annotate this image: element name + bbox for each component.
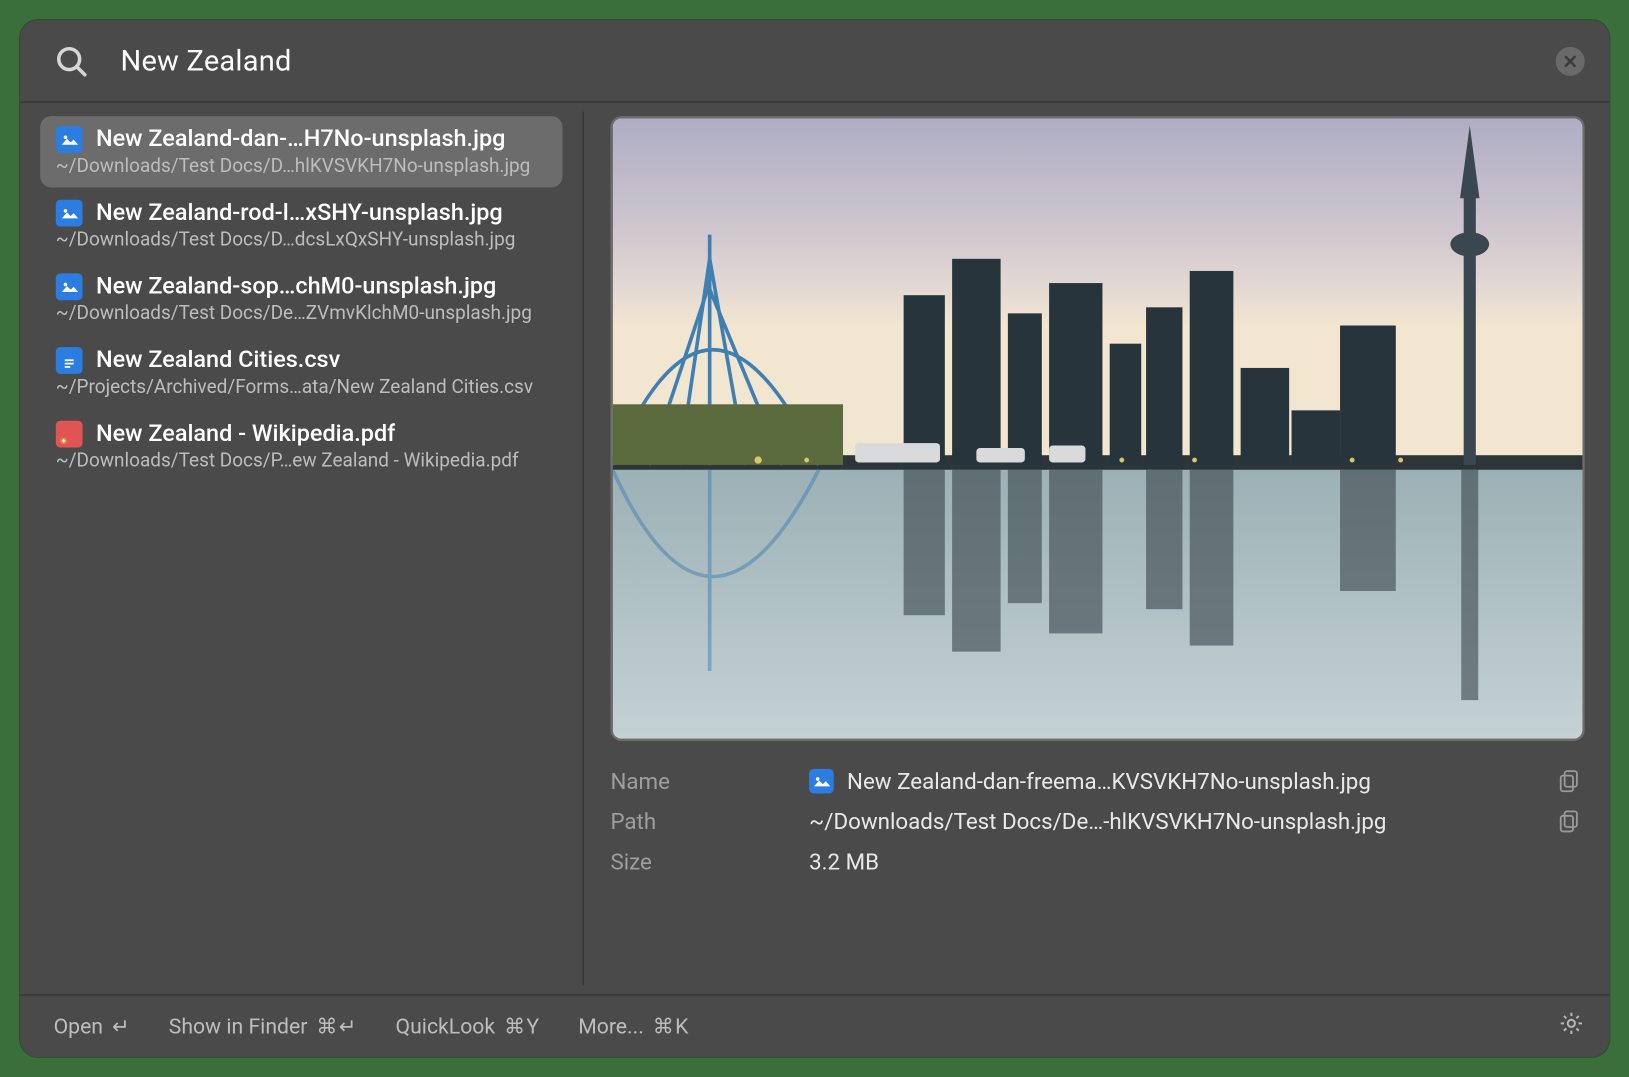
result-path: ~/Downloads/Test Docs/D…dcsLxQxSHY-unspl… [56,229,549,251]
more-action[interactable]: More... ⌘K [578,1013,689,1039]
results-list[interactable]: New Zealand-dan-…H7No-unsplash.jpg~/Down… [20,103,582,995]
result-path: ~/Downloads/Test Docs/D…hlKVSVKH7No-unsp… [56,155,549,177]
open-action[interactable]: Open ↵ [54,1013,131,1039]
result-item[interactable]: New Zealand-sop…chM0-unsplash.jpg~/Downl… [40,263,562,334]
detail-panel: Name New Zealand-dan-freema…KVSVKH7No-un… [584,103,1610,995]
shortcut-show-in-finder: ⌘↵ [316,1013,357,1039]
meta-value-size: 3.2 MB [809,848,1533,875]
image-file-icon [56,273,83,300]
result-title: New Zealand Cities.csv [96,347,340,374]
content-split: New Zealand-dan-…H7No-unsplash.jpg~/Down… [20,103,1609,995]
pdf-file-icon [56,421,83,448]
meta-label-path: Path [610,808,789,835]
document-file-icon [56,347,83,374]
search-icon [54,43,90,79]
result-title: New Zealand-sop…chM0-unsplash.jpg [96,273,496,300]
search-input[interactable] [121,44,1525,77]
result-title: New Zealand-rod-l…xSHY-unsplash.jpg [96,200,503,227]
show-in-finder-action[interactable]: Show in Finder ⌘↵ [169,1013,358,1039]
file-metadata: Name New Zealand-dan-freema…KVSVKH7No-un… [610,768,1584,875]
clear-search-button[interactable] [1556,46,1585,75]
footer-actions: Open ↵ Show in Finder ⌘↵ QuickLook ⌘Y Mo… [20,994,1609,1056]
copy-path-button[interactable] [1553,810,1584,832]
preview-image [610,116,1584,741]
result-title: New Zealand - Wikipedia.pdf [96,421,395,448]
result-path: ~/Projects/Archived/Forms…ata/New Zealan… [56,376,549,398]
result-path: ~/Downloads/Test Docs/P…ew Zealand - Wik… [56,450,549,472]
result-item[interactable]: New Zealand - Wikipedia.pdf~/Downloads/T… [40,411,562,482]
result-item[interactable]: New Zealand-rod-l…xSHY-unsplash.jpg~/Dow… [40,190,562,261]
result-title: New Zealand-dan-…H7No-unsplash.jpg [96,126,505,153]
result-item[interactable]: New Zealand-dan-…H7No-unsplash.jpg~/Down… [40,116,562,187]
shortcut-more: ⌘K [653,1013,690,1039]
meta-label-size: Size [610,848,789,875]
copy-name-button[interactable] [1553,770,1584,792]
settings-button[interactable] [1558,1010,1585,1042]
shortcut-quicklook: ⌘Y [504,1013,540,1039]
meta-value-name: New Zealand-dan-freema…KVSVKH7No-unsplas… [809,768,1533,795]
search-window: New Zealand-dan-…H7No-unsplash.jpg~/Down… [20,20,1609,1057]
result-item[interactable]: New Zealand Cities.csv~/Projects/Archive… [40,337,562,408]
meta-value-path: ~/Downloads/Test Docs/De…-hlKVSVKH7No-un… [809,808,1533,835]
result-path: ~/Downloads/Test Docs/De…ZVmvKlchM0-unsp… [56,302,549,324]
shortcut-open: ↵ [112,1013,131,1039]
image-file-icon [56,126,83,153]
image-file-icon [56,200,83,227]
search-bar [20,20,1609,103]
quicklook-action[interactable]: QuickLook ⌘Y [396,1013,541,1039]
meta-label-name: Name [610,768,789,795]
image-file-icon [809,769,834,794]
